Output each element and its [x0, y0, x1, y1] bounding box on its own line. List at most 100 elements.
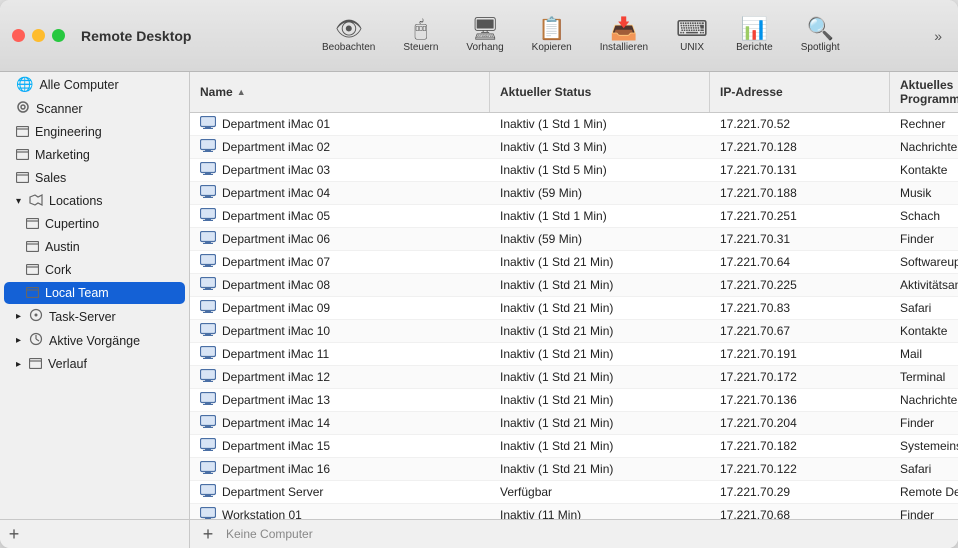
table-row[interactable]: Department iMac 02Inaktiv (1 Std 3 Min)1…	[190, 136, 958, 159]
sidebar: 🌐Alle ComputerScanner Engineering Marketin…	[0, 72, 190, 548]
engineering-label: Engineering	[35, 125, 102, 139]
marketing-icon	[16, 147, 29, 163]
kopieren-icon: 📋	[538, 18, 565, 40]
table-row[interactable]: Department iMac 15Inaktiv (1 Std 21 Min)…	[190, 435, 958, 458]
table-row[interactable]: Department iMac 10Inaktiv (1 Std 21 Min)…	[190, 320, 958, 343]
table-row[interactable]: Department iMac 13Inaktiv (1 Std 21 Min)…	[190, 389, 958, 412]
table-row[interactable]: Department ServerVerfügbar17.221.70.29Re…	[190, 481, 958, 504]
table-row[interactable]: Department iMac 12Inaktiv (1 Std 21 Min)…	[190, 366, 958, 389]
toolbar-item-unix[interactable]: ⌨UNIX	[662, 14, 722, 57]
austin-label: Austin	[45, 240, 80, 254]
close-button[interactable]	[12, 29, 25, 42]
cell-status: Inaktiv (59 Min)	[490, 228, 710, 250]
toolbar-item-spotlight[interactable]: 🔍Spotlight	[787, 14, 854, 57]
sidebar-item-cork[interactable]: Cork	[4, 259, 185, 281]
computer-icon	[200, 254, 216, 270]
maximize-button[interactable]	[52, 29, 65, 42]
table-row[interactable]: Department iMac 03Inaktiv (1 Std 5 Min)1…	[190, 159, 958, 182]
cell-status: Inaktiv (1 Std 21 Min)	[490, 458, 710, 480]
cell-name: Department iMac 05	[190, 205, 490, 227]
cell-program: Safari	[890, 297, 958, 319]
toolbar-item-vorhang[interactable]: 🖥Vorhang	[452, 14, 517, 57]
locations-arrow-icon: ▾	[16, 196, 21, 207]
verlauf-label: Verlauf	[48, 357, 87, 371]
sidebar-item-engineering[interactable]: Engineering	[4, 121, 185, 143]
cell-ip: 17.221.70.83	[710, 297, 890, 319]
toolbar-overflow-icon[interactable]: »	[930, 24, 946, 48]
cell-program: Mail	[890, 343, 958, 365]
th-sort-icon-name: ▲	[237, 87, 246, 97]
main-window: Remote Desktop 👁Beobachten🖱Steuern🖥Vorha…	[0, 0, 958, 548]
cell-status: Inaktiv (1 Std 21 Min)	[490, 343, 710, 365]
table-row[interactable]: Department iMac 16Inaktiv (1 Std 21 Min)…	[190, 458, 958, 481]
scanner-icon	[16, 100, 30, 117]
toolbar-label-installieren: Installieren	[600, 42, 648, 53]
cell-ip: 17.221.70.191	[710, 343, 890, 365]
aktive-vorgaenge-arrow-icon: ▸	[16, 335, 21, 346]
alle-computer-icon: 🌐	[16, 76, 33, 93]
toolbar-label-kopieren: Kopieren	[532, 42, 572, 53]
computer-icon	[200, 484, 216, 500]
sidebar-item-alle-computer[interactable]: 🌐Alle Computer	[4, 73, 185, 96]
sidebar-item-marketing[interactable]: Marketing	[4, 144, 185, 166]
table-row[interactable]: Department iMac 14Inaktiv (1 Std 21 Min)…	[190, 412, 958, 435]
th-ip: IP-Adresse	[710, 72, 890, 112]
table-row[interactable]: Department iMac 11Inaktiv (1 Std 21 Min)…	[190, 343, 958, 366]
cell-name-text: Department iMac 05	[222, 209, 330, 223]
cell-name-text: Workstation 01	[222, 508, 302, 519]
table-row[interactable]: Department iMac 05Inaktiv (1 Std 1 Min)1…	[190, 205, 958, 228]
toolbar-item-beobachten[interactable]: 👁Beobachten	[308, 14, 389, 57]
th-name[interactable]: Name ▲	[190, 72, 490, 112]
cell-name-text: Department iMac 02	[222, 140, 330, 154]
sidebar-items: 🌐Alle ComputerScanner Engineering Marketin…	[0, 72, 189, 376]
table-row[interactable]: Department iMac 08Inaktiv (1 Std 21 Min)…	[190, 274, 958, 297]
content-add-button[interactable]: +	[198, 524, 218, 544]
table-row[interactable]: Department iMac 09Inaktiv (1 Std 21 Min)…	[190, 297, 958, 320]
computer-icon	[200, 185, 216, 201]
computer-icon	[200, 231, 216, 247]
window-title: Remote Desktop	[81, 28, 191, 44]
sidebar-item-task-server[interactable]: ▸Task-Server	[4, 305, 185, 328]
austin-icon	[26, 239, 39, 255]
toolbar-item-berichte[interactable]: 📊Berichte	[722, 14, 787, 57]
cell-program: Softwareupdate	[890, 251, 958, 273]
cell-program: Rechner	[890, 113, 958, 135]
cupertino-icon	[26, 216, 39, 232]
sidebar-add-button[interactable]: +	[4, 524, 24, 544]
cell-name: Department iMac 02	[190, 136, 490, 158]
th-label-name: Name	[200, 85, 233, 99]
minimize-button[interactable]	[32, 29, 45, 42]
cell-ip: 17.221.70.204	[710, 412, 890, 434]
toolbar-item-steuern[interactable]: 🖱Steuern	[389, 14, 452, 57]
sidebar-item-local-team[interactable]: Local Team	[4, 282, 185, 304]
sidebar-item-scanner[interactable]: Scanner	[4, 97, 185, 120]
sidebar-item-aktive-vorgaenge[interactable]: ▸Aktive Vorgänge	[4, 329, 185, 352]
computer-icon	[200, 392, 216, 408]
berichte-icon: 📊	[741, 18, 768, 40]
toolbar-item-installieren[interactable]: 📥Installieren	[586, 14, 662, 57]
cell-name: Department iMac 15	[190, 435, 490, 457]
table-row[interactable]: Workstation 01Inaktiv (11 Min)17.221.70.…	[190, 504, 958, 519]
computer-icon	[200, 162, 216, 178]
beobachten-icon: 👁	[335, 18, 363, 40]
toolbar-item-kopieren[interactable]: 📋 Kopieren	[518, 14, 586, 57]
steuern-icon: 🖱	[414, 18, 427, 40]
sidebar-item-locations[interactable]: ▾Locations	[4, 190, 185, 212]
sidebar-item-cupertino[interactable]: Cupertino	[4, 213, 185, 235]
computer-icon	[200, 438, 216, 454]
table-row[interactable]: Department iMac 06Inaktiv (59 Min)17.221…	[190, 228, 958, 251]
main-area: 🌐Alle ComputerScanner Engineering Marketin…	[0, 72, 958, 548]
cell-name: Department iMac 09	[190, 297, 490, 319]
sidebar-item-austin[interactable]: Austin	[4, 236, 185, 258]
computer-icon	[200, 116, 216, 132]
table-row[interactable]: Department iMac 04Inaktiv (59 Min)17.221…	[190, 182, 958, 205]
window-controls	[12, 29, 65, 42]
vorhang-icon: 🖥	[471, 18, 499, 40]
table-row[interactable]: Department iMac 01Inaktiv (1 Std 1 Min)1…	[190, 113, 958, 136]
sidebar-item-sales[interactable]: Sales	[4, 167, 185, 189]
sidebar-item-verlauf[interactable]: ▸Verlauf	[4, 353, 185, 375]
cell-ip: 17.221.70.131	[710, 159, 890, 181]
task-server-label: Task-Server	[49, 310, 116, 324]
table-row[interactable]: Department iMac 07Inaktiv (1 Std 21 Min)…	[190, 251, 958, 274]
cell-ip: 17.221.70.172	[710, 366, 890, 388]
